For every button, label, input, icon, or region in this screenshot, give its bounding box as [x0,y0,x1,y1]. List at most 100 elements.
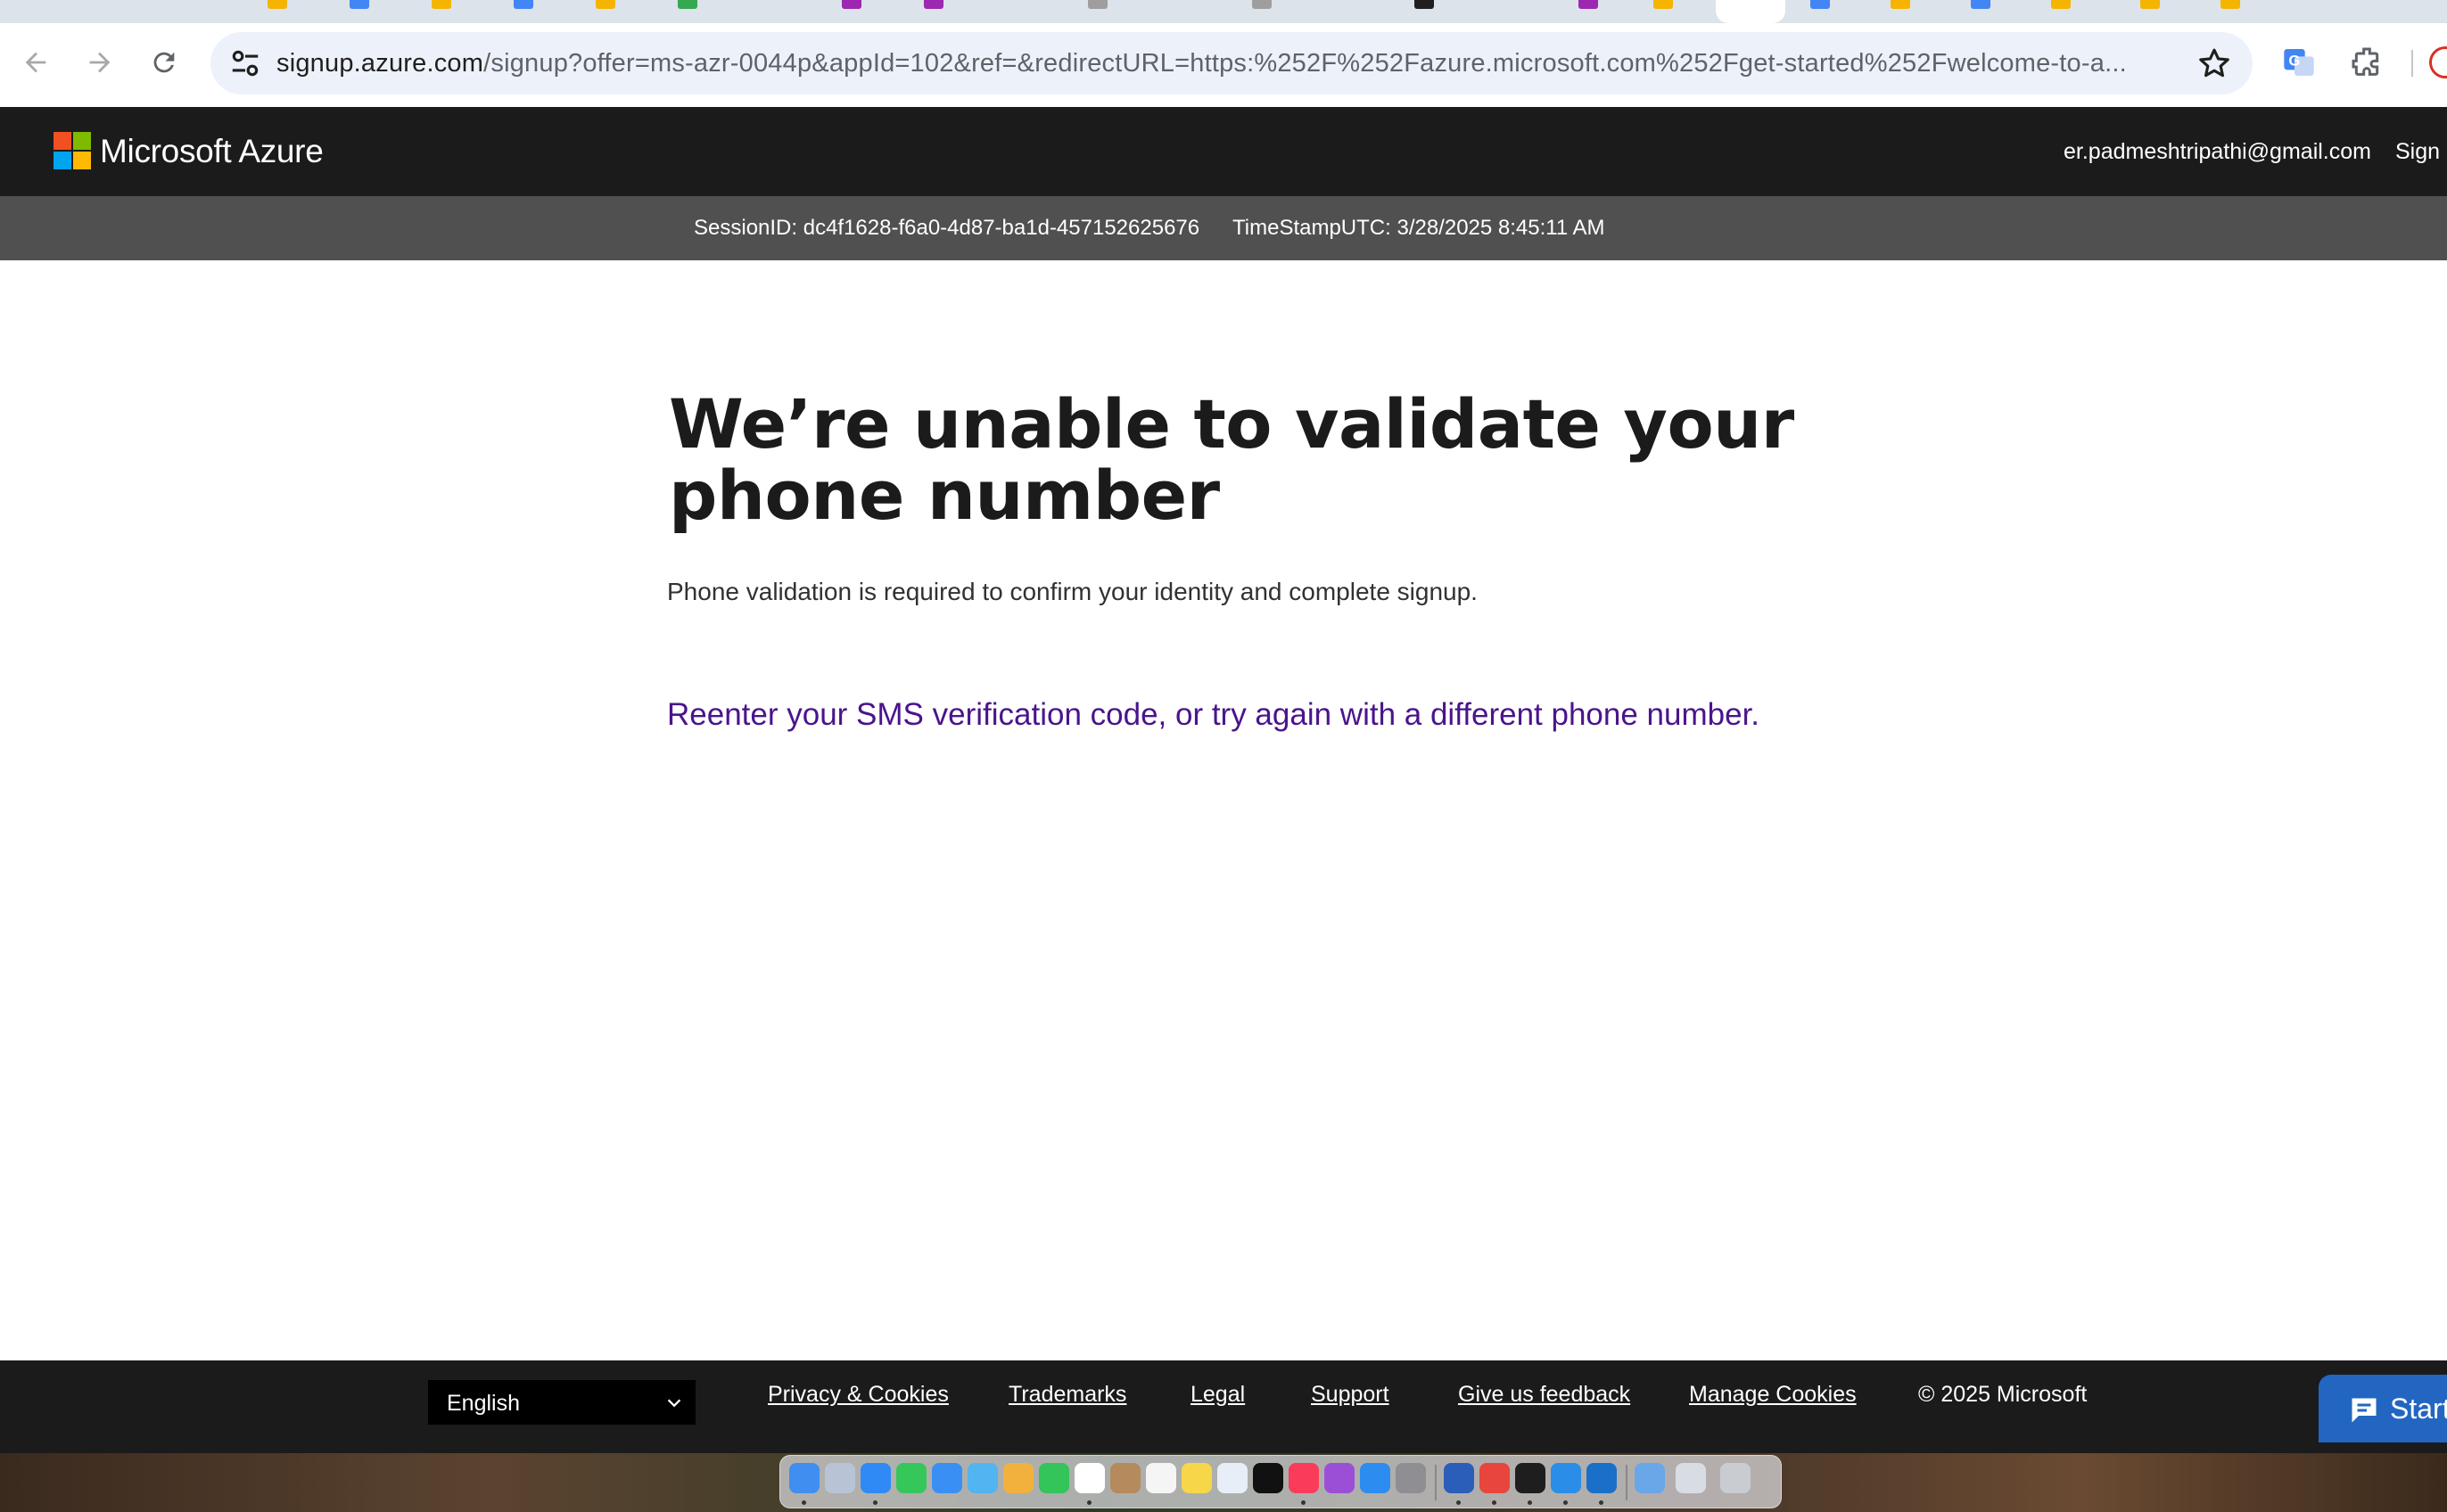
footer-link-privacy[interactable]: Privacy & Cookies [768,1360,949,1428]
language-select[interactable]: English [428,1380,696,1425]
podcasts-icon[interactable] [1324,1463,1355,1493]
safari-icon[interactable] [861,1463,891,1493]
address-bar[interactable]: signup.azure.com/signup?offer=ms-azr-004… [210,32,2253,94]
chat-icon [2352,1398,2377,1423]
tab-favicon[interactable] [2140,0,2160,9]
footer-link-legal[interactable]: Legal [1191,1360,1245,1428]
tab-favicon[interactable] [924,0,943,9]
notes-icon[interactable] [1182,1463,1212,1493]
dock-separator [1435,1465,1437,1500]
tab-favicon[interactable] [1414,0,1434,9]
system-settings-icon[interactable] [1396,1463,1426,1493]
language-selected-value: English [447,1391,520,1416]
messages-icon[interactable] [896,1463,927,1493]
active-tab[interactable] [1716,0,1785,23]
retry-verification-link[interactable]: Reenter your SMS verification code, or t… [667,697,1759,733]
back-icon [25,52,46,73]
dock-separator [1626,1465,1627,1500]
tab-favicon[interactable] [1891,0,1910,9]
tab-favicon[interactable] [1578,0,1598,9]
microsoft-logo-icon [54,132,91,169]
footer: English Privacy & Cookies Trademarks Leg… [0,1360,2447,1453]
tab-favicon[interactable] [2051,0,2071,9]
music-icon[interactable] [1289,1463,1319,1493]
app-store-icon[interactable] [1360,1463,1390,1493]
translate-icon[interactable]: G [2281,45,2317,80]
apple-tv-icon[interactable] [1253,1463,1283,1493]
freeform-icon[interactable] [1217,1463,1248,1493]
session-info-bar: SessionID: dc4f1628-f6a0-4d87-ba1d-45715… [0,196,2447,260]
running-indicator [873,1500,877,1505]
site-settings-icon[interactable] [228,46,262,80]
facetime-icon[interactable] [1039,1463,1069,1493]
tab-favicon[interactable] [1088,0,1108,9]
tab-favicon[interactable] [268,0,287,9]
contacts-icon[interactable] [1110,1463,1141,1493]
user-email: er.padmeshtripathi@gmail.com [2064,139,2371,164]
description-text: Phone validation is required to confirm … [667,578,1478,605]
running-indicator [1528,1500,1532,1505]
launchpad-icon[interactable] [825,1463,855,1493]
sign-out-link[interactable]: Sign out [2395,107,2447,196]
extensions-icon[interactable] [2349,45,2385,80]
tab-favicon[interactable] [432,0,451,9]
reminders-icon[interactable] [1146,1463,1176,1493]
running-indicator [1599,1500,1603,1505]
running-indicator [1087,1500,1092,1505]
tab-favicon[interactable] [350,0,369,9]
calendar-icon[interactable] [1075,1463,1105,1493]
footer-link-feedback[interactable]: Give us feedback [1458,1360,1630,1428]
chevron-down-icon [667,1399,681,1408]
word-icon[interactable] [1444,1463,1474,1493]
vscode-icon[interactable] [1551,1463,1581,1493]
url-host: signup.azure.com [276,49,484,78]
tab-favicon[interactable] [842,0,861,9]
chat-start-label: Start [2390,1393,2447,1425]
finder-icon[interactable] [789,1463,820,1493]
mail-icon[interactable] [932,1463,962,1493]
maps-icon[interactable] [968,1463,998,1493]
running-indicator [1456,1500,1461,1505]
running-indicator [1301,1500,1306,1505]
timestamp: TimeStampUTC: 3/28/2025 8:45:11 AM [1232,216,1605,240]
forward-icon [89,52,111,73]
downloads-folder-icon[interactable] [1635,1463,1665,1493]
running-indicator [1492,1500,1496,1505]
footer-link-manage-cookies[interactable]: Manage Cookies [1689,1360,1857,1428]
tab-favicon[interactable] [596,0,615,9]
tab-favicon[interactable] [514,0,533,9]
reload-button[interactable] [144,43,184,82]
outlook-icon[interactable] [1586,1463,1617,1493]
photos-icon[interactable] [1003,1463,1034,1493]
tab-favicon[interactable] [1810,0,1830,9]
running-indicator [1563,1500,1568,1505]
footer-link-trademarks[interactable]: Trademarks [1009,1360,1126,1428]
brand-name[interactable]: Microsoft Azure [100,107,324,196]
browser-tab-strip [0,0,2447,23]
screenshot-stack-icon[interactable] [1676,1463,1706,1493]
session-id: SessionID: dc4f1628-f6a0-4d87-ba1d-45715… [694,216,1200,240]
bookmark-star-icon[interactable] [2196,45,2233,82]
terminal-icon[interactable] [1515,1463,1545,1493]
copyright: © 2025 Microsoft [1918,1382,2088,1407]
back-button[interactable] [16,43,55,82]
forward-button[interactable] [80,43,119,82]
url-path: /signup?offer=ms-azr-0044p&appId=102&ref… [483,49,2127,78]
page-title: We’re unable to validate your phone numb… [669,384,1794,535]
tab-favicon[interactable] [1252,0,1272,9]
running-indicator [802,1500,806,1505]
azure-header: Microsoft Azure er.padmeshtripathi@gmail… [0,107,2447,196]
tab-favicon[interactable] [1653,0,1673,9]
url-text[interactable]: signup.azure.com/signup?offer=ms-azr-004… [276,32,2140,94]
chat-start-button[interactable]: Start [2319,1375,2447,1442]
reload-icon [153,52,175,73]
svg-text:G: G [2288,52,2300,69]
tab-favicon[interactable] [1971,0,1990,9]
toolbar-divider [2411,50,2413,77]
macos-dock [779,1455,1782,1508]
tab-favicon[interactable] [678,0,697,9]
chrome-icon[interactable] [1479,1463,1510,1493]
tab-favicon[interactable] [2220,0,2240,9]
footer-link-support[interactable]: Support [1311,1360,1389,1428]
trash-icon[interactable] [1720,1463,1751,1493]
